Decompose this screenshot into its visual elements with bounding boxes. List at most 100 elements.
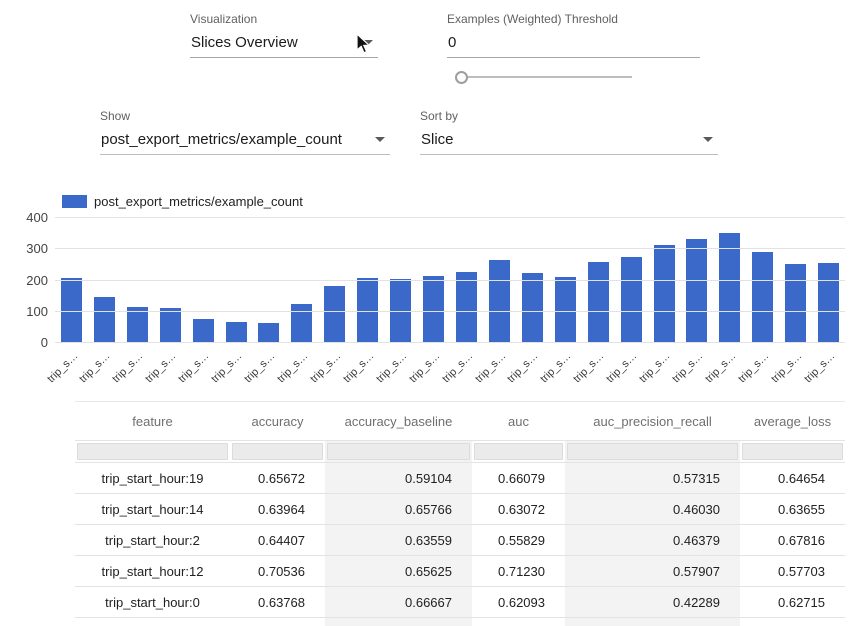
gridline bbox=[55, 311, 845, 312]
column-header[interactable]: auc_precision_recall bbox=[565, 402, 740, 440]
column-filter-input[interactable] bbox=[474, 443, 563, 460]
bar-slot: trip_s… bbox=[253, 218, 286, 343]
column-header[interactable]: feature bbox=[75, 402, 230, 440]
metric-cell: 0.57315 bbox=[565, 463, 740, 493]
x-axis-label: trip_s… bbox=[769, 350, 804, 385]
bar[interactable] bbox=[522, 273, 543, 343]
column-header[interactable]: average_loss bbox=[740, 402, 845, 440]
bar[interactable] bbox=[621, 257, 642, 343]
x-axis-label: trip_s… bbox=[407, 350, 442, 385]
column-filter-input[interactable] bbox=[77, 443, 228, 460]
bar-slot: trip_s… bbox=[187, 218, 220, 343]
metric-cell: 0.64654 bbox=[740, 463, 845, 493]
visualization-dropdown[interactable]: Slices Overview bbox=[190, 31, 378, 58]
bar[interactable] bbox=[686, 239, 707, 343]
bar[interactable] bbox=[423, 276, 444, 343]
bar[interactable] bbox=[324, 286, 345, 343]
metric-cell: 0.63964 bbox=[230, 494, 325, 524]
bar[interactable] bbox=[489, 260, 510, 343]
bar-slot: trip_s… bbox=[88, 218, 121, 343]
x-axis-label: trip_s… bbox=[736, 350, 771, 385]
bar-slot: trip_s… bbox=[450, 218, 483, 343]
threshold-control: Examples (Weighted) Threshold 0 bbox=[447, 12, 700, 58]
y-axis-tick-label: 0 bbox=[0, 335, 48, 351]
bar-slot: trip_s… bbox=[516, 218, 549, 343]
bar[interactable] bbox=[719, 233, 740, 343]
bar[interactable] bbox=[226, 322, 247, 343]
column-filter-input[interactable] bbox=[327, 443, 470, 460]
y-axis-tick-label: 100 bbox=[0, 304, 48, 320]
metric-cell: 0.65766 bbox=[325, 494, 472, 524]
gridline bbox=[55, 248, 845, 249]
sort-by-label: Sort by bbox=[420, 109, 718, 123]
metric-cell: 0.57703 bbox=[740, 556, 845, 586]
chevron-down-icon[interactable] bbox=[703, 137, 713, 142]
table-row[interactable]: trip_start_hour:120.705360.656250.712300… bbox=[75, 556, 845, 587]
column-filter-input[interactable] bbox=[232, 443, 323, 460]
table-row[interactable]: trip_start_hour:140.639640.657660.630720… bbox=[75, 494, 845, 525]
metric-cell: 0.65142 bbox=[740, 618, 845, 626]
x-axis-label: trip_s… bbox=[209, 350, 244, 385]
y-axis-tick-label: 200 bbox=[0, 273, 48, 289]
bar[interactable] bbox=[588, 262, 609, 343]
bar[interactable] bbox=[456, 272, 477, 343]
bar[interactable] bbox=[752, 252, 773, 343]
filter-cell bbox=[472, 441, 565, 462]
slices-overview-page: Visualization Slices Overview Examples (… bbox=[0, 0, 863, 626]
metric-cell: 0.63559 bbox=[325, 525, 472, 555]
column-header[interactable]: accuracy_baseline bbox=[325, 402, 472, 440]
threshold-slider[interactable] bbox=[455, 70, 632, 84]
column-filter-input[interactable] bbox=[742, 443, 843, 460]
table-row[interactable]: trip_start_hour:20.644070.635590.558290.… bbox=[75, 525, 845, 556]
x-axis-label: trip_s… bbox=[242, 350, 277, 385]
bar[interactable] bbox=[193, 319, 214, 343]
y-axis-tick-label: 400 bbox=[0, 210, 48, 226]
column-header[interactable]: accuracy bbox=[230, 402, 325, 440]
chevron-down-icon[interactable] bbox=[375, 137, 385, 142]
bar-slot: trip_s… bbox=[582, 218, 615, 343]
y-axis-tick-label: 300 bbox=[0, 241, 48, 257]
slider-knob[interactable] bbox=[455, 71, 468, 84]
bar-slot: trip_s… bbox=[384, 218, 417, 343]
bar[interactable] bbox=[94, 297, 115, 343]
chart-legend: post_export_metrics/example_count bbox=[62, 194, 303, 209]
x-axis-label: trip_s… bbox=[506, 350, 541, 385]
metric-cell: 0.63768 bbox=[230, 587, 325, 617]
x-axis-label: trip_s… bbox=[670, 350, 705, 385]
chevron-down-icon[interactable] bbox=[363, 40, 373, 45]
metric-cell: 0.62093 bbox=[472, 587, 565, 617]
slider-track[interactable] bbox=[462, 76, 632, 78]
bar-chart-plot: trip_s…trip_s…trip_s…trip_s…trip_s…trip_… bbox=[55, 218, 845, 343]
table-row[interactable]: trip_start_hour:230.660160.648440.583370… bbox=[75, 618, 845, 626]
metric-cell: 0.66667 bbox=[325, 587, 472, 617]
bar[interactable] bbox=[127, 307, 148, 343]
bar-slot: trip_s… bbox=[812, 218, 845, 343]
table-body: trip_start_hour:190.656720.591040.660790… bbox=[75, 463, 845, 626]
sort-by-dropdown[interactable]: Slice bbox=[420, 128, 718, 155]
bar-slot: trip_s… bbox=[746, 218, 779, 343]
bar[interactable] bbox=[818, 263, 839, 343]
metric-cell: 0.65672 bbox=[230, 463, 325, 493]
column-header[interactable]: auc bbox=[472, 402, 565, 440]
table-row[interactable]: trip_start_hour:190.656720.591040.660790… bbox=[75, 463, 845, 494]
x-axis-label: trip_s… bbox=[703, 350, 738, 385]
bar[interactable] bbox=[785, 264, 806, 343]
filter-cell bbox=[325, 441, 472, 462]
bar-slot: trip_s… bbox=[713, 218, 746, 343]
column-filter-input[interactable] bbox=[567, 443, 738, 460]
visualization-control: Visualization Slices Overview bbox=[190, 12, 378, 58]
bar[interactable] bbox=[160, 308, 181, 343]
bar[interactable] bbox=[258, 323, 279, 343]
x-axis-label: trip_s… bbox=[45, 350, 80, 385]
table-row[interactable]: trip_start_hour:00.637680.666670.620930.… bbox=[75, 587, 845, 618]
threshold-input[interactable]: 0 bbox=[447, 31, 700, 58]
bar-slot: trip_s… bbox=[779, 218, 812, 343]
table-filter-row bbox=[75, 441, 845, 463]
bar[interactable] bbox=[654, 245, 675, 343]
metric-cell: 0.71230 bbox=[472, 556, 565, 586]
show-dropdown[interactable]: post_export_metrics/example_count bbox=[100, 128, 390, 155]
threshold-label: Examples (Weighted) Threshold bbox=[447, 12, 700, 26]
metrics-table: featureaccuracyaccuracy_baselineaucauc_p… bbox=[75, 401, 845, 626]
legend-swatch bbox=[62, 195, 87, 208]
metric-cell: 0.66016 bbox=[230, 618, 325, 626]
